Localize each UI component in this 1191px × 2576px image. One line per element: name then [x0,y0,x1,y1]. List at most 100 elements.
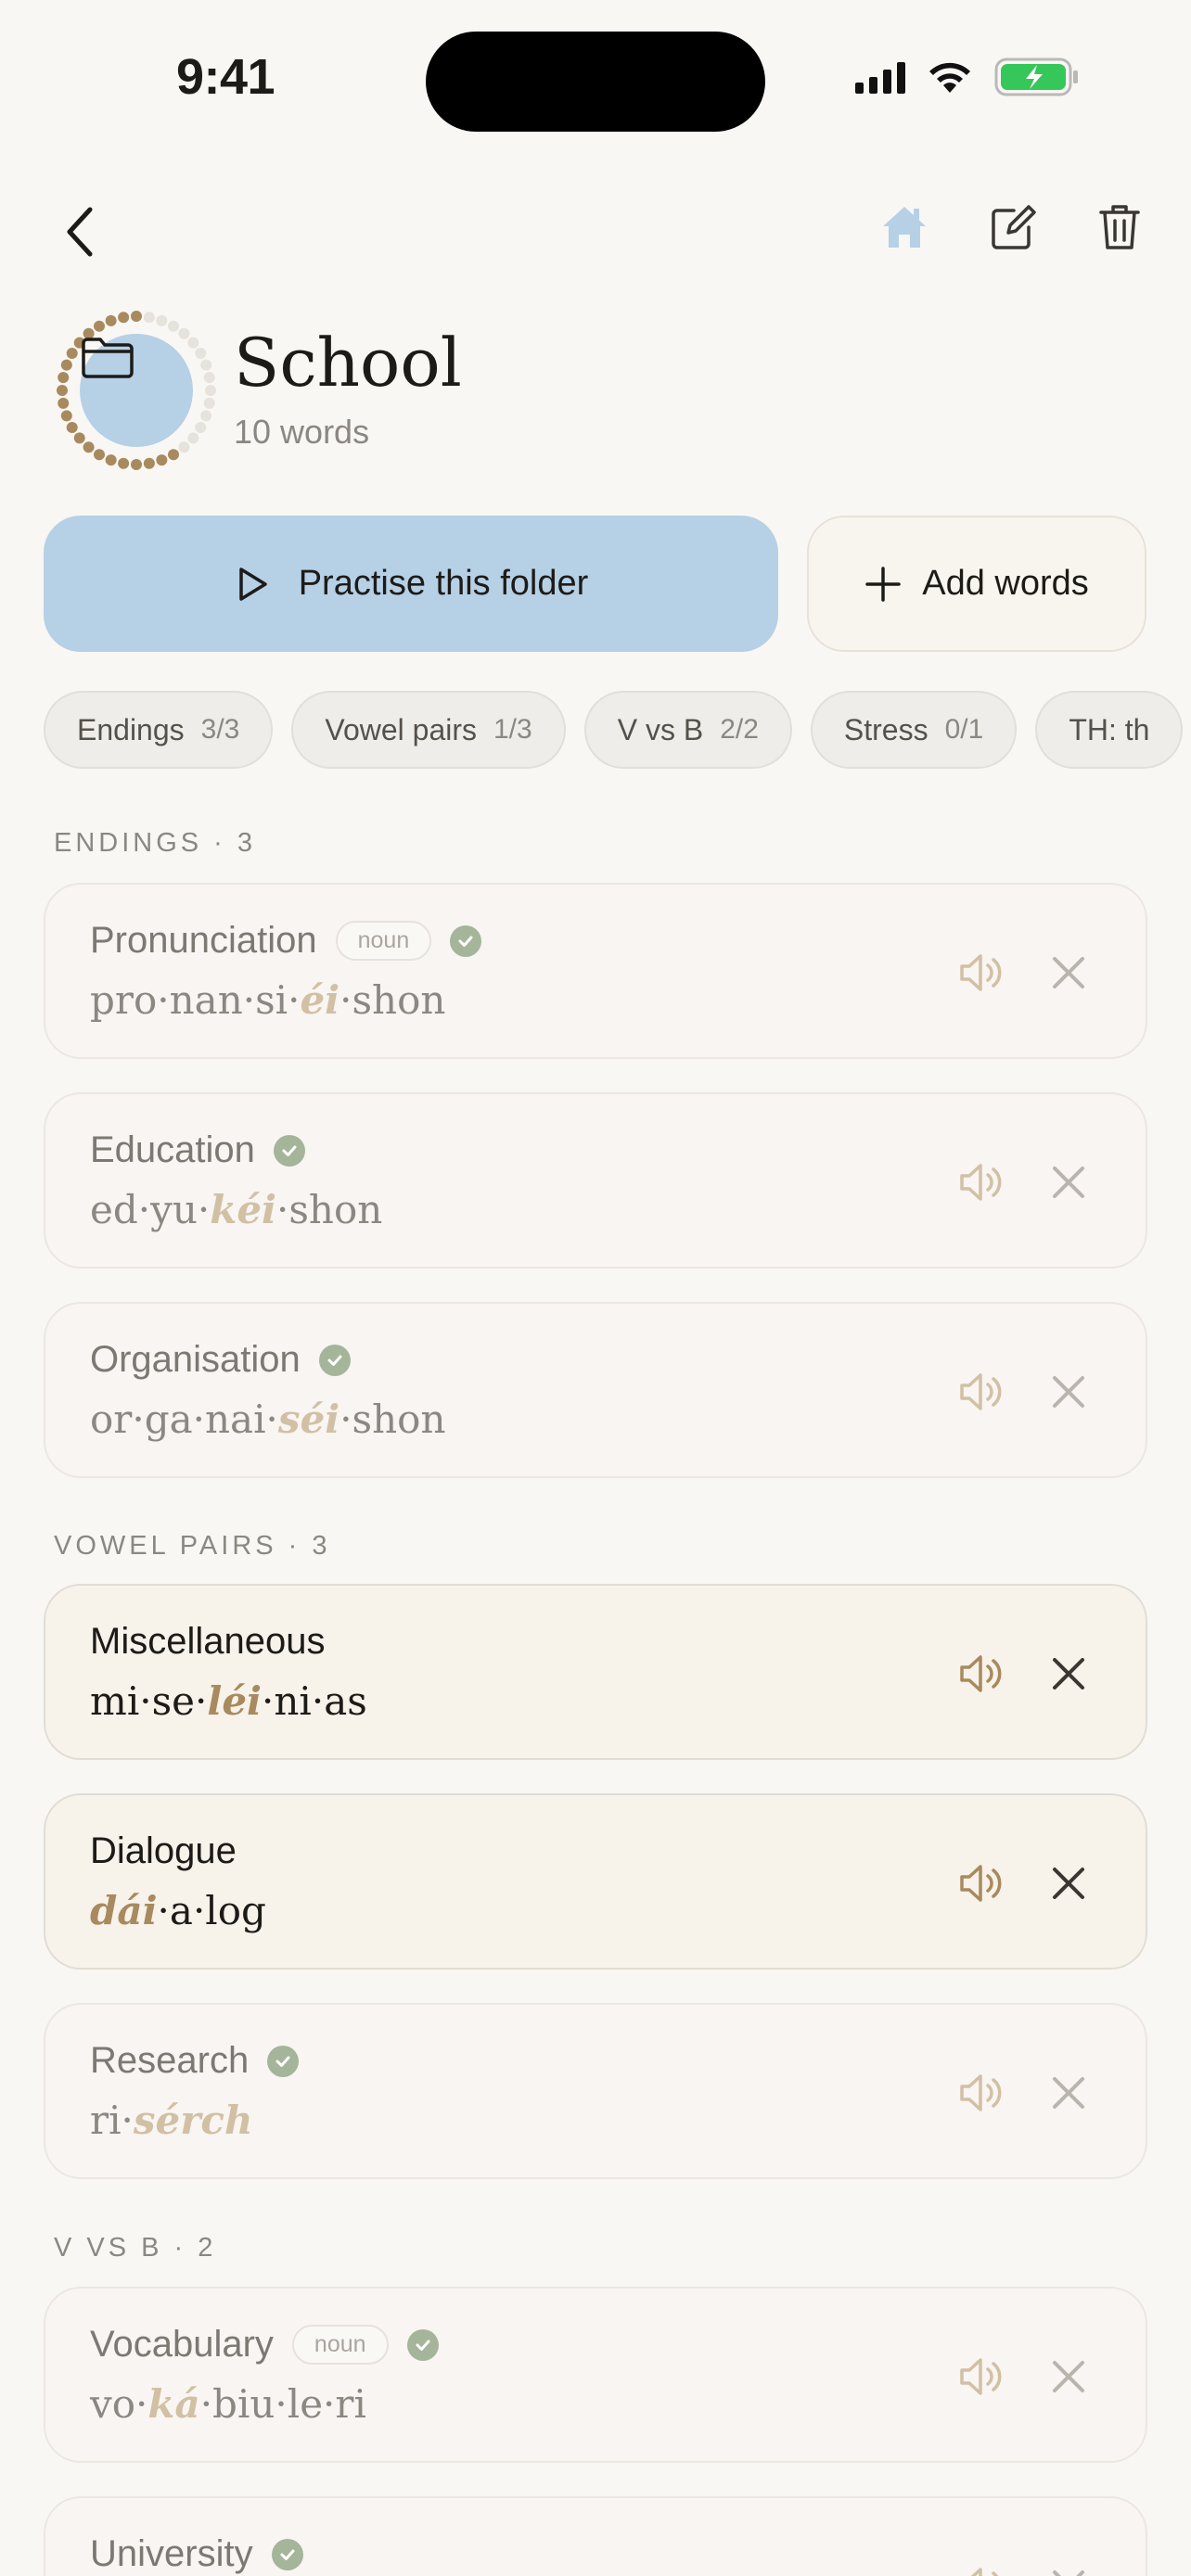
syllables-pre: or·ga·nai· [90,1396,278,1442]
home-icon [883,207,926,248]
chip-label: V vs B [617,712,704,746]
progress-dot [187,337,199,349]
delete-button[interactable] [1089,197,1150,258]
category-chips: Endings 3/3 Vowel pairs 1/3 V vs B 2/2 S… [44,691,1191,771]
speaker-icon[interactable] [956,1157,1006,1207]
word-card-research[interactable]: Research ri·sérch [44,2003,1147,2179]
progress-dot [168,320,179,332]
word-card-organisation[interactable]: Organisation or·ga·nai·séi·shon [44,1302,1147,1478]
practise-folder-button[interactable]: Practise this folder [44,516,778,652]
word-line: Pronunciation noun [90,920,482,962]
word-card-university[interactable]: University [44,2496,1147,2576]
progress-dot [73,432,85,444]
back-button[interactable] [56,202,102,261]
folder-title-block: School 10 words [234,329,462,452]
remove-word-icon[interactable] [1047,1161,1090,1204]
progress-dot [60,410,72,422]
status-bar: 9:41 [0,0,1191,158]
chip-count: 1/3 [493,714,532,745]
progress-dot [105,454,117,466]
word-card-miscellaneous[interactable]: Miscellaneous mi·se·léi·ni·as [44,1584,1147,1760]
syllables-pre: ri· [90,2098,134,2143]
folder-progress-ring [54,308,219,473]
remove-word-icon[interactable] [1047,951,1090,994]
chip-count: 2/2 [720,714,759,745]
word-title: Dialogue [90,1830,237,1871]
word-card-dialogue[interactable]: Dialogue dái·a·log [44,1793,1147,1970]
remove-word-icon[interactable] [1047,2355,1090,2398]
chip-v-vs-b[interactable]: V vs B 2/2 [583,691,792,769]
practise-label: Practise this folder [298,564,589,603]
status-icons [855,57,1080,96]
progress-dot [58,372,70,384]
chip-label: Endings [77,712,185,746]
syllables-pre: vo· [90,2381,148,2427]
word-title: Pronunciation [90,920,317,961]
section-label-v-vs-b: V VS B · 2 [54,2233,217,2263]
chip-label: TH: th [1069,712,1150,746]
chip-stress[interactable]: Stress 0/1 [810,691,1018,769]
pronunciation-guide: or·ga·nai·séi·shon [90,1396,446,1442]
word-line: Miscellaneous [90,1621,325,1663]
speaker-icon[interactable] [956,1858,1006,1908]
word-line: Organisation [90,1339,351,1381]
speaker-icon[interactable] [956,1367,1006,1417]
progress-dot [66,422,78,433]
mastered-check-icon [273,1134,305,1167]
remove-word-icon[interactable] [1047,1862,1090,1905]
remove-word-icon[interactable] [1047,1652,1090,1695]
word-title: Vocabulary [90,2324,274,2365]
syllables-post: ·shon [276,1187,383,1232]
progress-dot [131,459,142,470]
word-card-pronunciation[interactable]: Pronunciation noun pro·nan·si·éi·shon [44,883,1147,1059]
progress-dot [143,457,155,469]
progress-dot [66,348,78,359]
home-button[interactable] [874,197,935,258]
progress-dot [118,457,130,469]
speaker-icon[interactable] [956,1649,1006,1699]
chip-th[interactable]: TH: th [1035,691,1184,769]
word-card-vocabulary[interactable]: Vocabulary noun vo·ká·biu·le·ri [44,2287,1147,2463]
part-of-speech-tag: noun [335,921,432,961]
word-line: University [90,2533,303,2575]
syllables-post: ·a·log [157,1888,266,1933]
remove-word-icon[interactable] [1047,1371,1090,1413]
battery-charging-icon [994,57,1078,96]
chip-label: Vowel pairs [325,712,477,746]
pronunciation-guide: pro·nan·si·éi·shon [90,977,445,1023]
progress-dot [195,422,207,433]
mastered-check-icon [318,1344,351,1376]
pronunciation-guide: vo·ká·biu·le·ri [90,2381,366,2427]
section-label-endings: ENDINGS · 3 [54,828,257,858]
folder-header: School 10 words [54,308,462,473]
pronunciation-guide: ri·sérch [90,2098,252,2143]
chip-label: Stress [843,712,928,746]
status-time: 9:41 [176,49,275,105]
word-card-education[interactable]: Education ed·yu·kéi·shon [44,1092,1147,1269]
speaker-icon[interactable] [956,948,1006,998]
progress-dot [200,359,212,371]
stressed-syllable: kéi [210,1187,277,1232]
edit-button[interactable] [981,197,1043,258]
stressed-syllable: ká [147,2381,200,2427]
progress-dot [60,359,72,371]
syllables-pre: mi·se· [90,1678,208,1724]
plus-icon [865,566,901,602]
pronunciation-guide: mi·se·léi·ni·as [90,1678,367,1724]
folder-name: School [234,324,462,402]
chip-endings[interactable]: Endings 3/3 [44,691,274,769]
speaker-icon[interactable] [956,2352,1006,2402]
speaker-icon[interactable] [956,2561,1006,2576]
progress-dot [168,449,179,461]
chevron-left-icon [67,207,93,257]
mastered-check-icon [271,2538,303,2570]
speaker-icon[interactable] [956,2068,1006,2118]
progress-dot [156,454,168,466]
remove-word-icon[interactable] [1047,2072,1090,2114]
chip-vowel-pairs[interactable]: Vowel pairs 1/3 [291,691,566,769]
remove-word-icon[interactable] [1047,2565,1090,2576]
progress-dot [58,397,70,409]
add-words-button[interactable]: Add words [807,516,1146,652]
edit-icon [992,205,1036,249]
trash-icon [1099,205,1140,249]
